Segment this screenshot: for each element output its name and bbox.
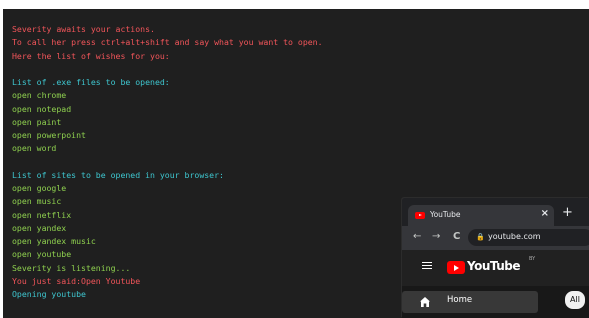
terminal-line: open powerpoint bbox=[12, 130, 86, 140]
chip-all[interactable]: All bbox=[565, 291, 585, 309]
terminal-line: You just said:Open Youtube bbox=[12, 275, 141, 286]
youtube-favicon-icon bbox=[415, 212, 425, 219]
terminal-line: open google bbox=[12, 183, 67, 193]
terminal-line: open yandex bbox=[12, 222, 67, 233]
lock-icon[interactable]: 🔒 bbox=[476, 233, 485, 241]
browser-window[interactable]: YouTube × + ← → C 🔒 youtube.com YouTube … bbox=[402, 198, 589, 318]
tab-youtube[interactable]: YouTube × bbox=[408, 205, 554, 226]
terminal-line: open netflix bbox=[12, 209, 72, 220]
address-bar[interactable]: 🔒 youtube.com bbox=[468, 229, 589, 246]
forward-button[interactable]: → bbox=[432, 231, 440, 242]
youtube-header: YouTube BY bbox=[402, 250, 589, 286]
sidebar-item-home[interactable]: Home bbox=[402, 291, 538, 313]
tab-title: YouTube bbox=[430, 210, 461, 219]
terminal-line: To call her press ctrl+alt+shift and say… bbox=[12, 37, 323, 48]
url-text[interactable]: youtube.com bbox=[488, 232, 541, 241]
back-button[interactable]: ← bbox=[413, 231, 421, 242]
sidebar-item-label: Home bbox=[447, 295, 473, 305]
home-icon bbox=[420, 297, 430, 307]
terminal-output: Severity awaits your actions. To call her… bbox=[12, 23, 323, 301]
terminal-line: open notepad bbox=[12, 103, 72, 114]
terminal-line: Opening youtube bbox=[12, 289, 86, 299]
new-tab-button[interactable]: + bbox=[562, 205, 573, 220]
country-code: BY bbox=[529, 256, 536, 262]
terminal-line: open yandex music bbox=[12, 236, 96, 246]
terminal-line: Here the list of wishes for you: bbox=[12, 50, 170, 61]
browser-toolbar: ← → C 🔒 youtube.com bbox=[402, 226, 589, 250]
menu-icon[interactable] bbox=[422, 265, 432, 266]
youtube-play-icon bbox=[447, 261, 465, 274]
terminal-line: open paint bbox=[12, 116, 62, 127]
terminal-line: open youtube bbox=[12, 249, 72, 260]
terminal-line: open word bbox=[12, 143, 57, 154]
terminal-line: open music bbox=[12, 196, 62, 207]
terminal-line: Severity is listening... bbox=[12, 262, 131, 273]
terminal-line: List of .exe files to be opened: bbox=[12, 77, 170, 87]
reload-button[interactable]: C bbox=[453, 231, 460, 242]
terminal-line: open chrome bbox=[12, 90, 67, 101]
tab-close-button[interactable]: × bbox=[541, 208, 549, 219]
terminal-line: Severity awaits your actions. bbox=[12, 24, 155, 34]
tab-strip: YouTube × + bbox=[402, 198, 589, 226]
terminal-line: List of sites to be opened in your brows… bbox=[12, 169, 224, 180]
youtube-body: Home All bbox=[402, 286, 589, 318]
youtube-logo-text: YouTube bbox=[467, 259, 521, 273]
